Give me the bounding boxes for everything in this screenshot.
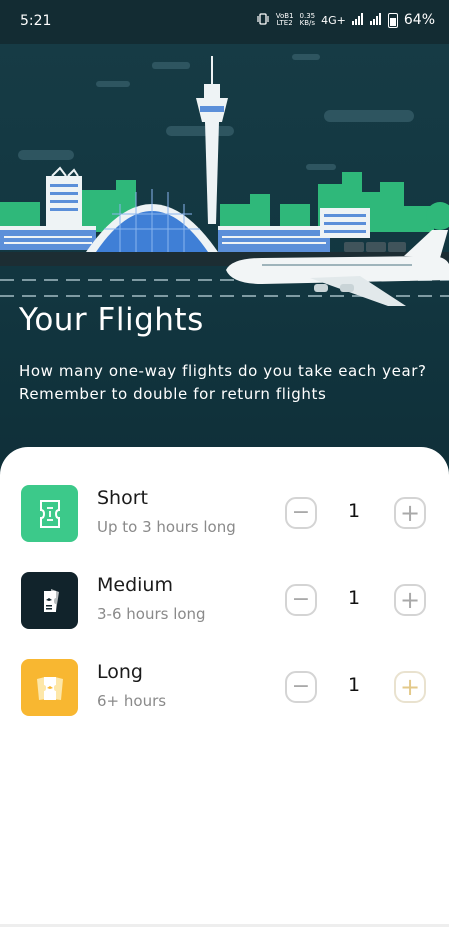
status-time: 5:21 [20, 13, 52, 29]
page-subtitle: How many one-way flights do you take eac… [19, 362, 427, 403]
long-count: 1 [347, 674, 361, 696]
flight-label: Short [97, 487, 148, 509]
vehicles [344, 242, 406, 252]
medium-increment-button[interactable]: + [394, 584, 426, 616]
speed-unit: KB/s [299, 19, 316, 27]
boarding-pass-icon [43, 588, 59, 612]
control-tower [196, 56, 228, 224]
medium-flight-tile [21, 572, 78, 629]
medium-count: 1 [347, 587, 361, 609]
network-volte-label: VoB1 LTE2 [276, 13, 294, 27]
short-flight-tile [21, 485, 78, 542]
battery-icon [387, 12, 398, 28]
flight-row-short: Short Up to 3 hours long − 1 + [0, 485, 449, 545]
flight-description: 6+ hours [97, 692, 167, 710]
flight-label: Long [97, 661, 143, 683]
page-title: Your Flights [19, 302, 204, 338]
signal-icon-2 [369, 12, 382, 28]
short-count: 1 [347, 500, 361, 522]
flight-label: Medium [97, 574, 173, 596]
minus-icon: − [291, 587, 311, 612]
flight-description: 3-6 hours long [97, 605, 206, 623]
tickets-icon [36, 676, 63, 700]
short-increment-button[interactable]: + [394, 497, 426, 529]
network-type: 4G+ [321, 13, 346, 27]
plus-icon: + [399, 586, 421, 614]
flight-description: Up to 3 hours long [97, 518, 236, 536]
medium-decrement-button[interactable]: − [285, 584, 317, 616]
flight-row-long: Long 6+ hours − 1 + [0, 659, 449, 719]
volte-bottom: LTE2 [276, 19, 293, 27]
hero-banner: Your Flights How many one-way flights do… [0, 44, 449, 484]
minus-icon: − [291, 500, 311, 525]
airport-illustration [0, 54, 449, 306]
battery-percent: 64% [403, 12, 435, 28]
network-speed: 0.35 KB/s [300, 13, 316, 27]
status-icons: VoB1 LTE2 0.35 KB/s 4G+ 64% [256, 12, 435, 28]
status-bar: 5:21 VoB1 LTE2 0.35 KB/s 4G+ 64% [0, 0, 449, 44]
ticket-icon [39, 499, 60, 528]
long-flight-tile [21, 659, 78, 716]
flights-card: Short Up to 3 hours long − 1 + Medium 3-… [0, 447, 449, 927]
vibrate-icon [256, 12, 270, 28]
short-decrement-button[interactable]: − [285, 497, 317, 529]
plus-icon: + [399, 673, 421, 701]
minus-icon: − [291, 674, 311, 699]
long-increment-button[interactable]: + [394, 671, 426, 703]
flight-row-medium: Medium 3-6 hours long − 1 + [0, 572, 449, 632]
long-decrement-button[interactable]: − [285, 671, 317, 703]
signal-icon-1 [351, 12, 364, 28]
plus-icon: + [399, 499, 421, 527]
